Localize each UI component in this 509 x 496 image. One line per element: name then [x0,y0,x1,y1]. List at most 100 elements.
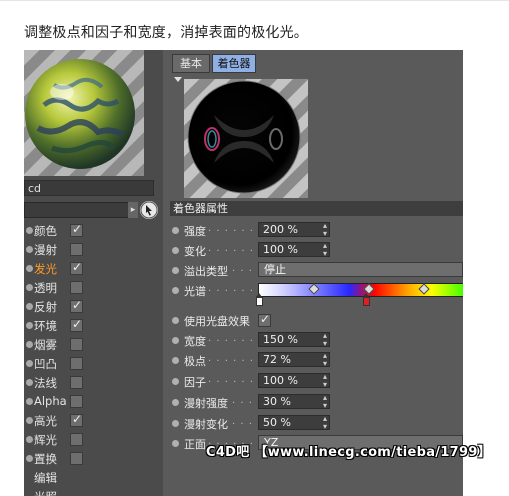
channel-label: 辉光 [34,433,57,447]
spinner-icon: ▴ ▾ [322,331,327,348]
channel-checkbox[interactable] [70,433,83,446]
spinner-icon: ▴ ▾ [322,414,327,431]
shader-properties-header: 着色器属性 [170,201,463,216]
prop-label: 极点 [184,355,206,368]
channel-filter-field[interactable] [24,202,134,218]
keyframe-dot[interactable] [172,267,179,274]
channel-item[interactable]: 烟雾 [24,335,163,354]
channel-item[interactable]: 法线 [24,373,163,392]
channel-dot-icon [26,265,33,272]
channel-label: 凹凸 [34,357,57,371]
overflow-type-dropdown[interactable]: 停止 [258,262,463,277]
prop-diffuse-strength: 漫射强度 . . . 30 % ▴ ▾ [172,393,463,411]
channel-item[interactable]: 编辑 [24,468,163,487]
expand-arrow-icon[interactable]: ▸ [128,202,138,218]
keyframe-dot[interactable] [172,440,179,447]
diffuse-variation-input[interactable]: 50 % ▴ ▾ [258,414,330,431]
channel-item[interactable]: 凹凸 [24,354,163,373]
channel-dot-icon [26,322,33,329]
variation-input[interactable]: 100 % ▴ ▾ [258,241,330,258]
material-preview[interactable] [24,50,144,176]
channel-dot-icon [26,341,33,348]
channel-label: 颜色 [34,224,57,238]
channel-item[interactable]: 颜色 [24,221,163,240]
channel-item[interactable]: 辉光 [24,430,163,449]
prop-width: 宽度 . . . . . . . 150 % ▴ ▾ [172,331,463,349]
prop-label: 漫射强度 [184,397,228,410]
keyframe-dot[interactable] [172,378,179,385]
channel-checkbox[interactable] [70,357,83,370]
channel-label: 发光 [34,262,57,276]
channel-checkbox[interactable] [70,317,83,332]
channel-checkbox[interactable] [70,222,83,237]
use-lens-checkbox[interactable] [258,312,271,327]
keyframe-dot[interactable] [172,357,179,364]
keyframe-dot[interactable] [172,287,179,294]
channel-list: 颜色漫射发光透明反射环境烟雾凹凸法线 Alpha 高光辉光置换编辑光照 [24,221,163,496]
strength-input[interactable]: 200 % ▴ ▾ [258,221,330,238]
gradient-stop-red[interactable] [363,293,370,306]
channel-item[interactable]: 高光 [24,411,163,430]
channel-item[interactable]: 光照 [24,487,163,496]
spinner-icon: ▴ ▾ [322,241,327,258]
channel-checkbox[interactable] [70,338,83,351]
width-input[interactable]: 150 % ▴ ▾ [258,331,330,348]
factor-input[interactable]: 100 % ▴ ▾ [258,372,330,389]
keyframe-dot[interactable] [172,247,179,254]
watermark: C4D吧 【www.linecg.com/tieba/1799】 [206,445,491,460]
keyframe-dot[interactable] [172,227,179,234]
leader-dots: . . . . . . . [208,333,263,344]
prop-label: 变化 [184,245,206,258]
keyframe-dot[interactable] [172,399,179,406]
spinner-icon: ▴ ▾ [322,221,327,238]
channel-dot-icon [26,417,33,424]
post-caption: 调整极点和因子和宽度，消掉表面的极化光。 [24,25,308,41]
channel-checkbox[interactable] [70,243,83,256]
top-divider [0,0,509,1]
channel-checkbox[interactable] [70,281,83,294]
channel-item[interactable]: 发光 [24,259,163,278]
collapse-triangle-icon[interactable] [174,77,182,82]
gradient-stop-white[interactable] [256,293,263,306]
channel-label: 高光 [34,414,57,428]
diffuse-strength-input[interactable]: 30 % ▴ ▾ [258,394,330,410]
prop-label: 强度 [184,225,206,238]
channel-checkbox[interactable] [70,412,83,427]
cursor-pick-icon[interactable] [140,201,158,219]
channel-label: 置换 [34,452,57,466]
pole-input[interactable]: 72 % ▴ ▾ [258,352,330,368]
prop-label: 宽度 [184,335,206,348]
channel-item[interactable]: 透明 [24,278,163,297]
tab-shader[interactable]: 着色器 [212,54,256,73]
channel-item[interactable]: 反射 [24,297,163,316]
material-name-field[interactable]: cd [24,180,154,196]
channel-label: 反射 [34,300,57,314]
channel-checkbox[interactable] [70,395,83,408]
keyframe-dot[interactable] [172,337,179,344]
leader-dots: . . . [232,263,253,274]
channel-label: 漫射 [34,243,57,257]
prop-label: 使用光盘效果 [184,315,250,328]
channel-checkbox[interactable] [70,260,83,275]
tab-basic[interactable]: 基本 [172,54,210,73]
keyframe-dot[interactable] [172,317,179,324]
channel-label: 法线 [34,376,57,390]
prop-strength: 强度 . . . . . . . 200 % ▴ ▾ [172,221,463,239]
prop-use-lens: 使用光盘效果 [172,311,463,329]
channel-item[interactable]: 置换 [24,449,163,468]
leader-dots: . . . . . . . [208,353,263,364]
spinner-icon: ▴ ▾ [322,372,327,389]
channel-checkbox[interactable] [70,298,83,313]
channel-checkbox[interactable] [70,452,83,465]
leader-dots: . . . . . . . [208,243,263,254]
channel-dot-icon [26,455,33,462]
channel-checkbox[interactable] [70,376,83,389]
spectrum-gradient[interactable] [258,283,463,297]
channel-item[interactable]: 漫射 [24,240,163,259]
channel-dot-icon [26,398,33,405]
keyframe-dot[interactable] [172,420,179,427]
channel-dot-icon [26,284,33,291]
channel-item[interactable]: 环境 [24,316,163,335]
shader-preview[interactable] [184,79,308,198]
channel-item[interactable]: Alpha [24,392,163,411]
